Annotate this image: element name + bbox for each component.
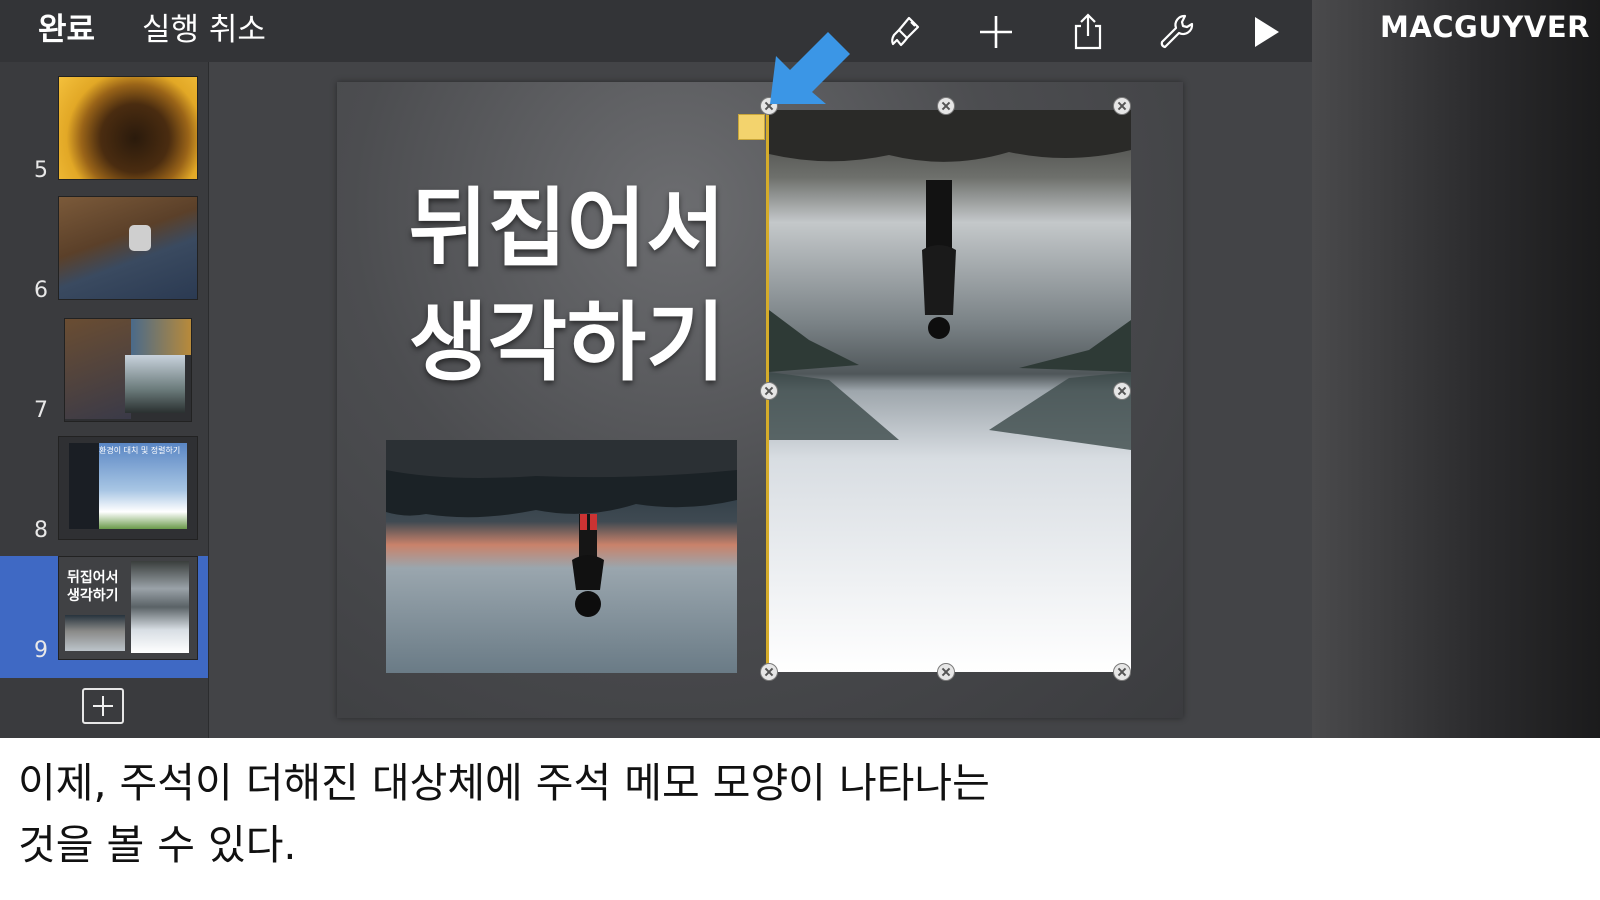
resize-handle-bottom-left[interactable] xyxy=(760,663,778,681)
caption: 이제, 주석이 더해진 대상체에 주석 메모 모양이 나타나는 것을 볼 수 있… xyxy=(18,752,1218,876)
toolbar: 완료 실행 취소 xyxy=(0,0,1312,62)
caption-line-1: 이제, 주석이 더해진 대상체에 주석 메모 모양이 나타나는 xyxy=(18,759,990,807)
plus-icon[interactable] xyxy=(976,12,1016,52)
add-slide-button[interactable] xyxy=(82,688,124,724)
caption-line-2: 것을 볼 수 있다. xyxy=(18,821,297,869)
resize-handle-right[interactable] xyxy=(1113,382,1131,400)
thumbnail-text: 환경이 대치 및 정렬하기 xyxy=(99,446,181,455)
keynote-app: 완료 실행 취소 5 6 7 8 환경이 대치 및 정렬하기 9 뒤집어서 생각… xyxy=(0,0,1312,738)
slide-thumbnail-5[interactable] xyxy=(58,76,198,180)
slide-number: 6 xyxy=(34,278,48,303)
slide-navigator: 5 6 7 8 환경이 대치 및 정렬하기 9 뒤집어서 생각하기 xyxy=(0,62,209,738)
resize-handle-bottom-right[interactable] xyxy=(1113,663,1131,681)
brand-logo: MACGUYVER xyxy=(1379,10,1590,44)
thumbnail-text: 뒤집어서 생각하기 xyxy=(67,570,119,604)
slide-title[interactable]: 뒤집어서 생각하기 xyxy=(397,172,737,400)
done-button[interactable]: 완료 xyxy=(38,12,95,48)
slide-number: 7 xyxy=(34,398,48,423)
arrow-pointer-icon xyxy=(770,32,850,104)
share-icon[interactable] xyxy=(1068,12,1108,52)
resize-handle-left[interactable] xyxy=(760,382,778,400)
watch-image xyxy=(129,225,151,251)
slide-canvas[interactable]: 뒤집어서 생각하기 xyxy=(337,82,1183,718)
resize-handle-bottom[interactable] xyxy=(937,663,955,681)
upside-down-lake-photo[interactable] xyxy=(769,110,1131,672)
wrench-icon[interactable] xyxy=(1157,12,1197,52)
slide-thumbnail-8[interactable]: 환경이 대치 및 정렬하기 xyxy=(58,436,198,540)
resize-handle-top-right[interactable] xyxy=(1113,97,1131,115)
slide-thumbnail-9[interactable]: 뒤집어서 생각하기 xyxy=(58,556,198,660)
watermark-panel: MACGUYVER xyxy=(1312,0,1600,738)
slide-number: 5 xyxy=(34,158,48,183)
paintbrush-icon[interactable] xyxy=(885,12,925,52)
slide-number: 9 xyxy=(34,638,48,663)
resize-handle-top[interactable] xyxy=(937,97,955,115)
undo-button[interactable]: 실행 취소 xyxy=(142,12,266,48)
upside-down-person-photo[interactable] xyxy=(386,440,737,673)
slide-thumbnail-6[interactable] xyxy=(58,196,198,300)
play-icon[interactable] xyxy=(1246,12,1286,52)
slide-number: 8 xyxy=(34,518,48,543)
slide-thumbnail-7[interactable] xyxy=(64,318,192,422)
comment-note-marker[interactable] xyxy=(738,114,765,140)
